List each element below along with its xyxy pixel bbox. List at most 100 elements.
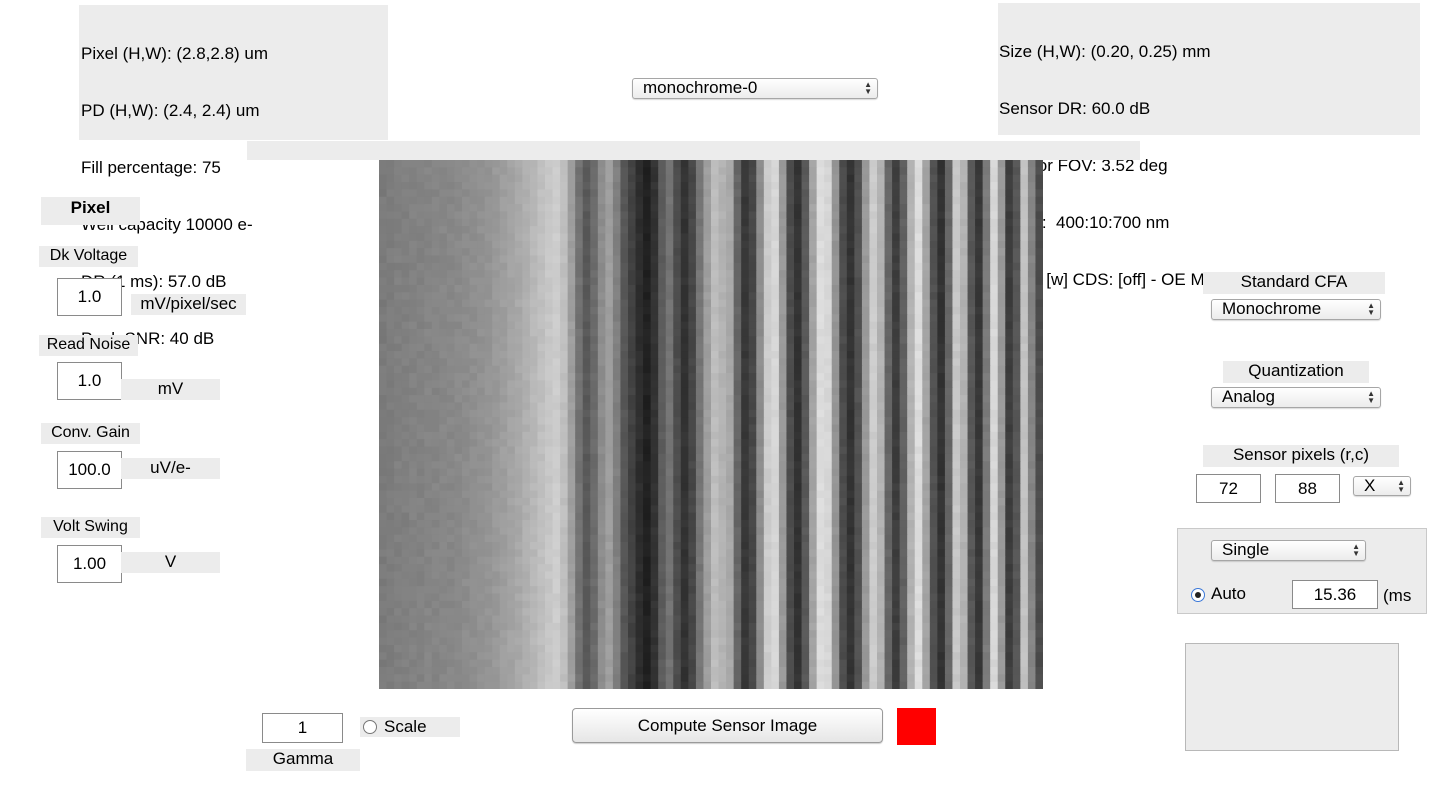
sensor-pixel	[612, 189, 622, 198]
sensor-pixel	[967, 402, 976, 411]
sensor-pixel	[982, 490, 991, 499]
sensor-pixel	[537, 512, 546, 521]
sensor-pixel	[726, 314, 735, 323]
sensor-pixel	[462, 167, 471, 176]
sensor-pixel	[620, 160, 629, 168]
sensor-pixel	[665, 380, 674, 389]
sensor-select[interactable]: monochrome-0 ▲ ▼	[632, 78, 878, 99]
sensor-pixel	[446, 497, 456, 506]
sensor-pixel	[809, 556, 818, 565]
sensor-pixel	[507, 299, 516, 308]
sensor-pixel	[379, 439, 388, 448]
sensor-pixel	[635, 490, 644, 499]
sensor-pixel	[922, 461, 931, 470]
sensor-pixel	[733, 534, 742, 543]
sensor-pixel	[635, 417, 644, 426]
sensor-pixel	[763, 218, 772, 227]
sensor-pixel	[741, 321, 750, 330]
sensor-pixel	[922, 321, 931, 330]
sensor-pixel	[952, 409, 961, 418]
sensor-pixel	[673, 373, 682, 382]
sensor-pixel	[658, 387, 667, 396]
sensor-pixel	[386, 284, 395, 293]
sensor-pixel	[552, 439, 561, 448]
sensor-pixel	[394, 321, 403, 330]
sensor-pixel	[869, 255, 878, 264]
sensor-pixel	[794, 520, 803, 528]
sensor-pixel	[861, 424, 871, 433]
sensor-pixel	[575, 240, 584, 249]
sensor-pixel	[944, 284, 954, 293]
sensor-pixel	[809, 534, 818, 543]
sensor-pixel	[499, 365, 508, 374]
sensor-pixel	[507, 417, 516, 426]
sensor-pixel	[635, 549, 644, 558]
sensor-pixel	[560, 328, 569, 337]
sensor-pixel	[854, 556, 863, 565]
sensor-pixel	[884, 424, 893, 433]
sensor-pixel	[552, 174, 561, 183]
sensor-pixel	[401, 218, 410, 227]
sensor-pixel	[778, 446, 788, 455]
sensor-pixel	[733, 402, 742, 411]
sensor-pixel	[575, 512, 584, 521]
sensor-pixel	[582, 321, 591, 330]
sensor-pixel	[1035, 196, 1043, 205]
sensor-pixel	[620, 512, 629, 521]
sensor-pixel	[944, 321, 954, 330]
sensor-pixel	[809, 402, 818, 411]
sensor-pixel	[469, 505, 478, 514]
sensor-pixel	[673, 549, 682, 558]
sensor-pixel	[454, 226, 463, 235]
sensor-pixel	[469, 248, 478, 257]
sensor-pixel	[409, 358, 418, 367]
sensor-pixel	[635, 468, 644, 477]
sensor-pixel	[907, 160, 916, 168]
sensor-pixel	[854, 336, 863, 345]
sensor-pixel	[748, 409, 757, 418]
sensor-pixel	[446, 542, 456, 551]
sensor-pixel	[680, 233, 689, 242]
sensor-pixel	[914, 358, 923, 367]
sensor-pixel	[801, 262, 810, 271]
sensor-pixel	[477, 174, 486, 183]
sensor-pixel	[643, 174, 652, 183]
sensor-pixel	[990, 182, 999, 190]
sensor-pixel	[484, 424, 493, 433]
sensor-pixel	[907, 182, 916, 190]
sensor-pixel	[628, 262, 637, 271]
sensor-pixel	[952, 380, 961, 389]
sensor-pixel	[477, 160, 486, 168]
sensor-pixel	[982, 497, 991, 506]
sensor-pixel	[914, 549, 923, 558]
sensor-pixel	[741, 512, 750, 521]
sensor-pixel	[628, 255, 637, 264]
sensor-pixel	[877, 512, 886, 521]
sensor-pixel	[605, 240, 614, 249]
sensor-pixel	[567, 270, 576, 279]
sensor-pixel	[982, 182, 991, 190]
sensor-pixel	[673, 380, 682, 389]
sensor-pixel	[620, 534, 629, 543]
sensor-pixel	[597, 409, 606, 418]
sensor-pixel	[597, 453, 606, 462]
sensor-pixel	[929, 490, 938, 499]
sensor-pixel	[877, 549, 886, 558]
sensor-pixel	[824, 549, 833, 558]
sensor-pixel	[846, 520, 855, 528]
sensor-pixel	[892, 527, 901, 536]
sensor-pixel	[545, 439, 554, 448]
sensor-pixel	[499, 512, 508, 521]
sensor-pixel	[741, 299, 750, 308]
sensor-pixel	[409, 255, 418, 264]
sensor-pixel	[975, 564, 984, 573]
sensor-pixel	[854, 240, 863, 249]
sensor-pixel	[529, 468, 539, 477]
sensor-pixel	[401, 542, 410, 551]
sensor-pixel	[1020, 542, 1029, 551]
sensor-pixel	[922, 211, 931, 220]
sensor-pixel	[997, 505, 1006, 514]
sensor-pixel	[582, 218, 591, 227]
sensor-pixel	[560, 343, 569, 352]
sensor-pixel	[861, 446, 871, 455]
